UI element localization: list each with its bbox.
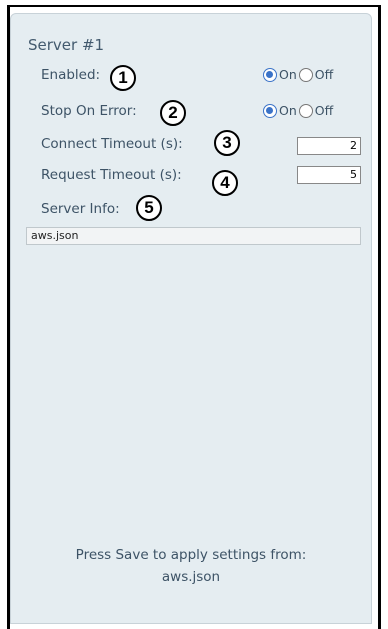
enabled-on-radio[interactable] [263, 67, 277, 82]
enabled-off-radio[interactable] [298, 67, 313, 82]
connect-timeout-label: Connect Timeout (s): [41, 136, 183, 152]
stop-on-error-off-radio[interactable] [298, 103, 313, 118]
enabled-radio-group: On Off [263, 67, 335, 82]
server-info-label: Server Info: [41, 201, 120, 217]
footer-instruction: Press Save to apply settings from: [75, 547, 307, 563]
connect-timeout-input[interactable]: 2 [297, 137, 361, 155]
request-timeout-input[interactable]: 5 [297, 166, 361, 184]
stop-on-error-label: Stop On Error: [41, 103, 137, 119]
callout-badge-5: 5 [136, 195, 162, 221]
stop-on-error-on-label[interactable]: On [279, 103, 297, 118]
footer-filename: aws.json [161, 569, 221, 585]
stop-on-error-on-radio[interactable] [263, 103, 277, 118]
callout-badge-4: 4 [212, 170, 238, 196]
stop-on-error-off-label[interactable]: Off [315, 103, 333, 118]
enabled-label: Enabled: [41, 67, 101, 83]
panel-title: Server #1 [28, 36, 105, 54]
enabled-off-label[interactable]: Off [315, 67, 333, 82]
server-info-field[interactable]: aws.json [26, 227, 361, 245]
callout-badge-1: 1 [110, 65, 136, 91]
callout-badge-3: 3 [214, 130, 240, 156]
request-timeout-label: Request Timeout (s): [41, 167, 182, 183]
callout-badge-2: 2 [160, 100, 186, 126]
enabled-on-label[interactable]: On [279, 67, 297, 82]
stop-on-error-radio-group: On Off [263, 103, 335, 118]
